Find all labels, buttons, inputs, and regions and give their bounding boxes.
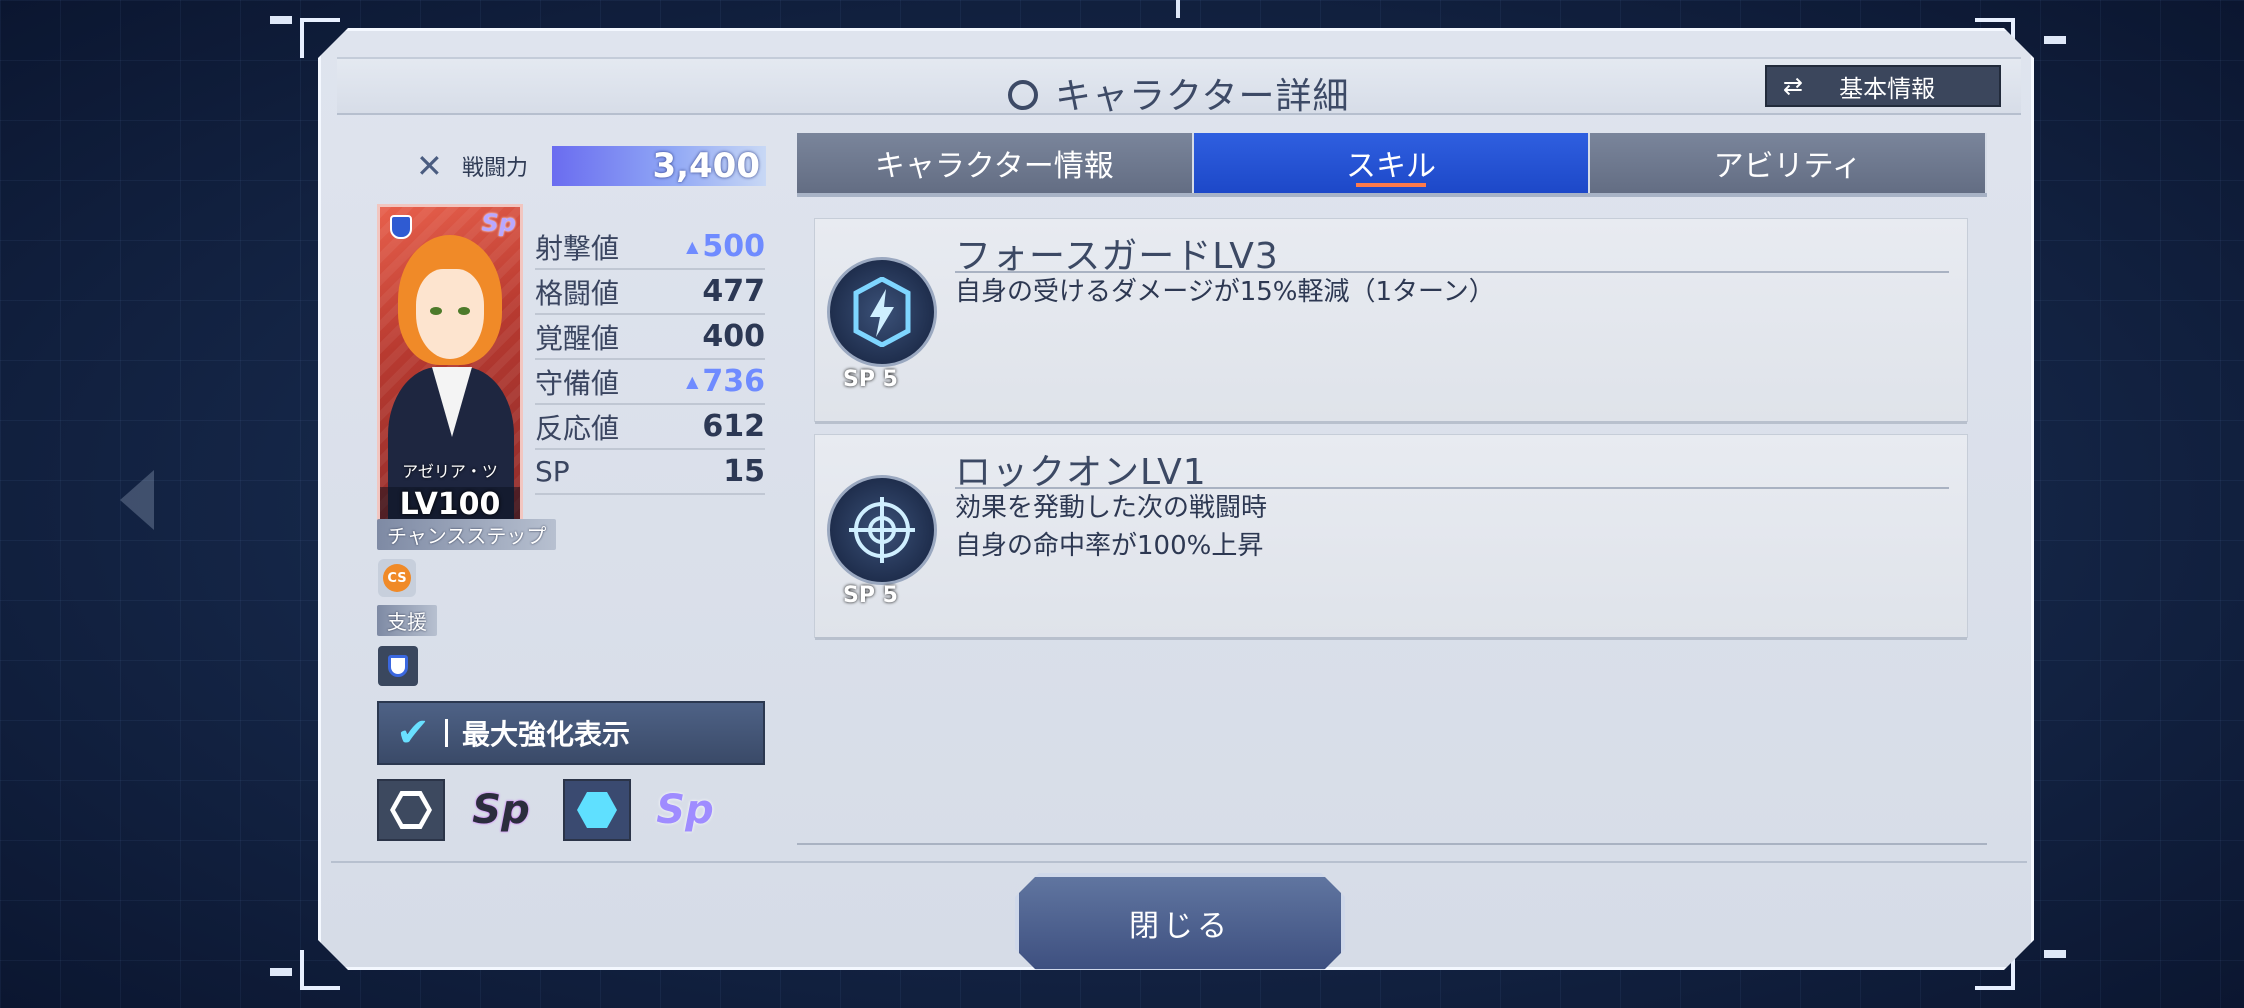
character-portrait xyxy=(458,307,470,315)
frame-tick xyxy=(270,968,292,976)
character-level: LV100 xyxy=(380,487,520,522)
tabs-underline xyxy=(797,193,1987,197)
sp-dark-icon: Sp xyxy=(472,787,530,833)
content-divider xyxy=(797,843,1987,845)
detail-tabs: キャラクター情報 スキル アビリティ xyxy=(797,133,1987,193)
stat-value: 477 xyxy=(702,274,765,309)
frame-tick xyxy=(2044,950,2066,958)
character-detail-panel: キャラクター詳細 ⇄ 基本情報 ✕ 戦闘力 3,400 Sp アゼリア・ツ LV… xyxy=(318,28,2034,970)
frame-tick xyxy=(2044,36,2066,44)
stat-label: 覚醒値 xyxy=(535,321,620,355)
skill-sp-cost: SP 5 xyxy=(843,367,898,392)
page-title-text: キャラクター詳細 xyxy=(1054,76,1350,117)
close-button[interactable]: 閉じる xyxy=(1015,873,1345,973)
skill-sp-cost: SP 5 xyxy=(843,583,898,608)
combat-power-label: 戦闘力 xyxy=(462,156,529,181)
checkmark-icon: ✔ xyxy=(396,710,430,756)
character-card[interactable]: Sp アゼリア・ツ LV100 xyxy=(377,204,523,531)
frame-tick xyxy=(270,16,292,24)
cs-icon: CS xyxy=(383,564,411,592)
stat-row: 格闘値 477 xyxy=(535,270,765,315)
basic-info-label: 基本情報 xyxy=(1839,74,1936,103)
stat-label: 射撃値 xyxy=(535,231,620,265)
stats-list: 射撃値 500 格闘値 477 覚醒値 400 守備値 736 反応値 612 … xyxy=(535,225,765,495)
crossed-swords-icon: ✕ xyxy=(416,147,443,185)
skill-card[interactable]: SP 5 フォースガードLV3 自身の受けるダメージが15%軽減（1ターン） xyxy=(815,219,1967,421)
divider xyxy=(445,719,448,747)
combat-power-value: 3,400 xyxy=(552,146,766,186)
max-enhance-toggle[interactable]: ✔ 最大強化表示 xyxy=(377,701,765,765)
footer-divider xyxy=(331,861,2027,863)
skill-card[interactable]: SP 5 ロックオンLV1 効果を発動した次の戦闘時 自身の命中率が100%上昇 xyxy=(815,435,1967,637)
character-icon xyxy=(1008,80,1038,110)
skill-description: 効果を発動した次の戦闘時 自身の命中率が100%上昇 xyxy=(955,493,1268,561)
support-label: 支援 xyxy=(377,605,437,636)
filter-hexagon-outline-button[interactable] xyxy=(377,779,445,841)
hexagon-filled-icon xyxy=(577,792,617,828)
shield-lightning-icon xyxy=(827,257,937,367)
frame-tick xyxy=(1176,0,1180,18)
stat-label: 守備値 xyxy=(535,366,620,400)
shuffle-icon: ⇄ xyxy=(1783,72,1804,100)
stat-value: 15 xyxy=(723,454,765,489)
stat-row: SP 15 xyxy=(535,450,765,495)
filter-sp-dark-button[interactable]: Sp xyxy=(467,779,535,841)
filter-sp-light-button[interactable]: Sp xyxy=(651,779,719,841)
chance-step-icon[interactable]: CS xyxy=(378,559,416,597)
stat-value: 500 xyxy=(686,229,765,264)
filter-hexagon-filled-button[interactable] xyxy=(563,779,631,841)
panel-header: キャラクター詳細 ⇄ 基本情報 xyxy=(337,57,2021,115)
stat-row: 反応値 612 xyxy=(535,405,765,450)
character-name: アゼリア・ツ xyxy=(402,462,498,481)
tab-ability[interactable]: アビリティ xyxy=(1590,133,1987,193)
tab-skill[interactable]: スキル xyxy=(1194,133,1591,193)
sp-light-icon: Sp xyxy=(656,787,714,833)
stat-label: 格闘値 xyxy=(535,276,620,310)
tab-character-info[interactable]: キャラクター情報 xyxy=(797,133,1194,193)
character-portrait xyxy=(430,307,442,315)
stat-label: 反応値 xyxy=(535,411,620,445)
sp-badge: Sp xyxy=(481,209,516,237)
stat-value: 400 xyxy=(702,319,765,354)
shield-icon xyxy=(390,215,412,239)
max-enhance-label: 最大強化表示 xyxy=(462,718,631,751)
basic-info-button[interactable]: ⇄ 基本情報 xyxy=(1765,65,2001,107)
character-portrait xyxy=(416,269,484,359)
stat-value: 736 xyxy=(686,364,765,399)
support-shield-icon[interactable] xyxy=(378,646,418,686)
previous-arrow-icon[interactable] xyxy=(120,470,154,530)
stat-label: SP xyxy=(535,455,570,488)
chance-step-label: チャンスステップ xyxy=(377,519,556,550)
stat-row: 守備値 736 xyxy=(535,360,765,405)
stat-row: 覚醒値 400 xyxy=(535,315,765,360)
stat-row: 射撃値 500 xyxy=(535,225,765,270)
stat-value: 612 xyxy=(702,409,765,444)
combat-power-row: ✕ 戦闘力 3,400 xyxy=(416,144,766,188)
skill-description: 自身の受けるダメージが15%軽減（1ターン） xyxy=(955,277,1495,307)
hexagon-outline-icon xyxy=(390,791,432,829)
crosshair-icon xyxy=(827,475,937,585)
